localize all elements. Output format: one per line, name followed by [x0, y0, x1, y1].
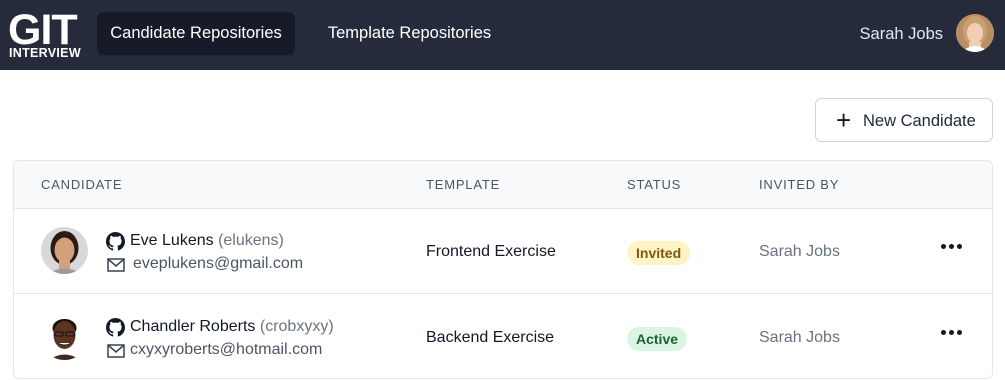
- status-badge: Invited: [627, 241, 691, 265]
- candidate-email[interactable]: eveplukens@gmail.com: [133, 254, 303, 274]
- current-user-name[interactable]: Sarah Jobs: [860, 24, 943, 44]
- status-badge: Active: [627, 327, 688, 351]
- table-row[interactable]: Eve Lukens (elukens) eveplukens@gmail.co…: [14, 209, 992, 294]
- header-invited-by[interactable]: INVITED BY: [759, 178, 839, 192]
- top-navigation-bar: GIT INTERVIEW Candidate Repositories Tem…: [0, 0, 1005, 70]
- header-candidate[interactable]: CANDIDATE: [41, 178, 122, 192]
- user-avatar[interactable]: [956, 14, 994, 52]
- user-avatar-icon: [956, 14, 994, 52]
- candidates-table: CANDIDATE TEMPLATE STATUS INVITED BY Eve…: [13, 160, 993, 379]
- table-row[interactable]: Chandler Roberts (crobxyxy) cxyxyroberts…: [14, 295, 992, 378]
- more-options-icon[interactable]: [934, 231, 970, 261]
- header-status[interactable]: STATUS: [627, 178, 681, 192]
- mail-icon: [107, 344, 125, 358]
- plus-icon: +: [836, 105, 852, 135]
- more-options-icon[interactable]: [934, 317, 970, 347]
- tab-template-repositories[interactable]: Template Repositories: [312, 12, 507, 55]
- candidate-avatar: [41, 313, 88, 360]
- template-name: Frontend Exercise: [426, 243, 556, 260]
- github-icon: [106, 318, 125, 337]
- invited-by: Sarah Jobs: [759, 243, 840, 260]
- table-header: CANDIDATE TEMPLATE STATUS INVITED BY: [14, 161, 992, 209]
- candidate-avatar: [41, 227, 88, 274]
- git-interview-logo[interactable]: GIT INTERVIEW: [8, 8, 88, 62]
- candidate-email[interactable]: cxyxyroberts@hotmail.com: [130, 340, 322, 360]
- invited-by: Sarah Jobs: [759, 329, 840, 346]
- template-name: Backend Exercise: [426, 329, 555, 346]
- tab-candidate-repositories[interactable]: Candidate Repositories: [97, 12, 295, 55]
- candidate-name: Chandler Roberts: [130, 318, 256, 335]
- candidate-name-line[interactable]: Chandler Roberts (crobxyxy): [130, 317, 334, 337]
- candidate-avatar-icon: [41, 227, 88, 274]
- header-template[interactable]: TEMPLATE: [426, 178, 500, 192]
- new-candidate-label: New Candidate: [863, 112, 976, 130]
- logo-sub-text: INTERVIEW: [9, 46, 81, 60]
- candidate-name-line[interactable]: Eve Lukens (elukens): [130, 231, 284, 251]
- candidate-name: Eve Lukens: [130, 232, 214, 249]
- github-icon: [106, 232, 125, 251]
- new-candidate-button[interactable]: + New Candidate: [815, 98, 993, 142]
- candidate-avatar-icon: [41, 313, 88, 360]
- mail-icon: [107, 258, 125, 272]
- candidate-handle: (crobxyxy): [259, 318, 334, 335]
- candidate-handle: (elukens): [218, 232, 284, 249]
